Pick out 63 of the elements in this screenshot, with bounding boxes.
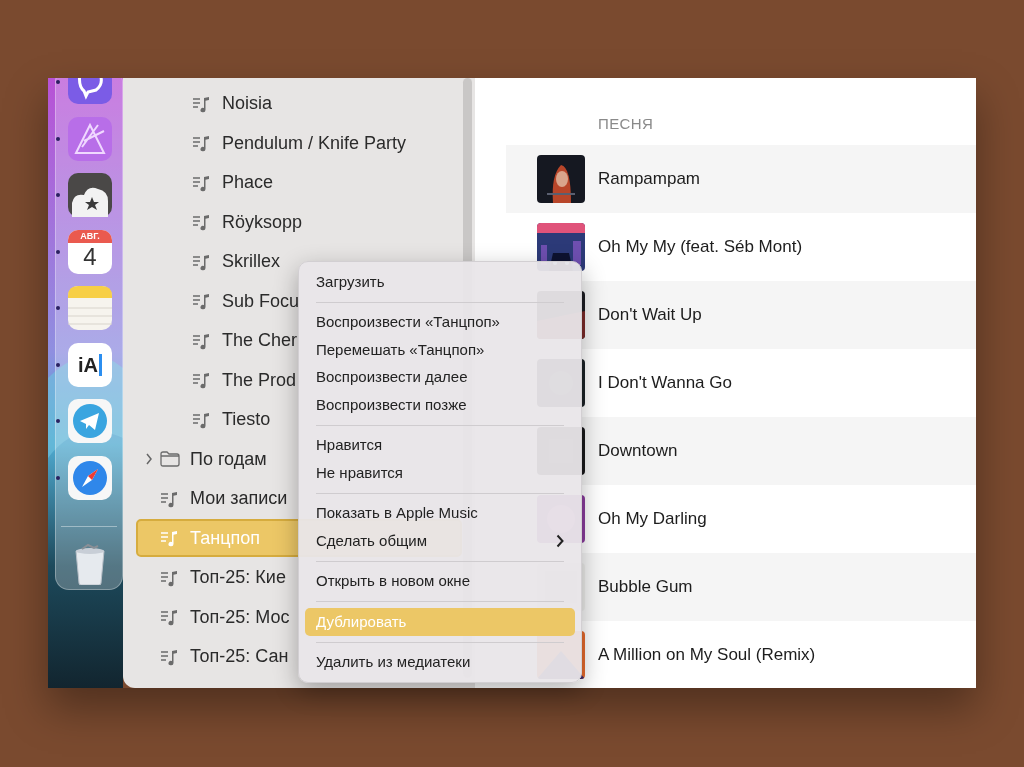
writer-app-icon[interactable]: iA bbox=[68, 342, 112, 387]
sidebar-item[interactable]: Топ-25: Кие bbox=[123, 558, 286, 598]
sidebar-item[interactable]: По годам bbox=[123, 439, 267, 479]
folder-icon bbox=[160, 451, 180, 468]
playlist-icon bbox=[160, 647, 178, 666]
playlist-icon bbox=[160, 529, 178, 548]
sidebar-item-label: The Prod bbox=[222, 368, 297, 392]
sidebar-item[interactable]: Топ-25: Сан bbox=[123, 637, 289, 677]
app-icon-label: iA bbox=[78, 353, 102, 376]
cloud-star-app-icon[interactable] bbox=[68, 173, 112, 217]
song-row[interactable]: Rampampam bbox=[506, 145, 976, 213]
sidebar-item[interactable]: The Cher bbox=[123, 321, 298, 361]
compass-app-icon[interactable] bbox=[68, 455, 112, 500]
sidebar-item-label: Топ-25: Мос bbox=[190, 605, 290, 629]
sidebar-item[interactable]: Топ-25: Мос bbox=[123, 597, 290, 637]
sidebar-item-label: По годам bbox=[190, 447, 267, 471]
playlist-icon bbox=[192, 292, 210, 311]
song-title: I Don't Wanna Go bbox=[598, 372, 732, 395]
song-title: A Million on My Soul (Remix) bbox=[598, 644, 816, 667]
song-title: Rampampam bbox=[598, 168, 701, 191]
song-title: Oh My Darling bbox=[598, 508, 707, 531]
sidebar-item-label: Noisia bbox=[222, 92, 273, 116]
sidebar-item-label: Tiesto bbox=[222, 408, 271, 432]
sidebar-item[interactable]: Pendulum / Knife Party bbox=[123, 123, 407, 163]
song-title: Don't Wait Up bbox=[598, 304, 702, 327]
sidebar-item[interactable]: Phace bbox=[123, 163, 274, 203]
playlist-icon bbox=[192, 173, 210, 192]
sidebar-item-label: Phace bbox=[222, 171, 274, 195]
playlist-icon bbox=[192, 94, 210, 113]
sidebar-item[interactable]: Sub Focu bbox=[123, 281, 300, 321]
playlist-icon bbox=[192, 134, 210, 153]
sidebar-item[interactable]: The Prod bbox=[123, 360, 297, 400]
sidebar-item-label: Pendulum / Knife Party bbox=[222, 131, 407, 155]
sidebar-item[interactable]: Röyksopp bbox=[123, 202, 303, 242]
playlist-icon bbox=[160, 568, 178, 587]
calendar-app-icon[interactable]: АВГ. 4 bbox=[68, 229, 112, 274]
sidebar-item-label: Röyksopp bbox=[222, 210, 303, 234]
sidebar-item[interactable]: Noisia bbox=[123, 84, 273, 124]
playlist-icon bbox=[192, 371, 210, 390]
sidebar-item-label: The Cher bbox=[222, 329, 298, 353]
song-title: Oh My My (feat. Séb Mont) bbox=[598, 236, 803, 259]
submenu-chevron-icon bbox=[556, 533, 564, 548]
sidebar-item[interactable]: Мои записи bbox=[123, 479, 288, 519]
sidebar-item-label: Топ-25: Кие bbox=[190, 566, 286, 590]
playlist-icon bbox=[192, 213, 210, 232]
sidebar-item[interactable]: Tiesto bbox=[123, 400, 271, 440]
sidebar-item-label: Топ-25: Сан bbox=[190, 645, 289, 669]
playlist-icon bbox=[192, 410, 210, 429]
sidebar-item-label: Sub Focu bbox=[222, 289, 300, 313]
calendar-day: 4 bbox=[83, 242, 97, 271]
playlist-icon bbox=[160, 608, 178, 627]
sidebar-item-label: Skrillex bbox=[222, 250, 280, 274]
sidebar-item[interactable]: Skrillex bbox=[123, 242, 280, 282]
sidebar-item-label: Мои записи bbox=[190, 487, 288, 511]
aperture-app-icon[interactable] bbox=[68, 116, 112, 161]
playlist-icon bbox=[160, 489, 178, 508]
playlist-icon bbox=[192, 331, 210, 350]
song-title: Downtown bbox=[598, 440, 678, 463]
playlist-icon bbox=[192, 252, 210, 271]
chevron-icon[interactable] bbox=[145, 453, 153, 466]
song-title: Bubble Gum bbox=[598, 576, 693, 599]
sidebar-item-label: Танцпоп bbox=[190, 526, 260, 550]
paper-plane-app-icon[interactable] bbox=[68, 399, 112, 443]
